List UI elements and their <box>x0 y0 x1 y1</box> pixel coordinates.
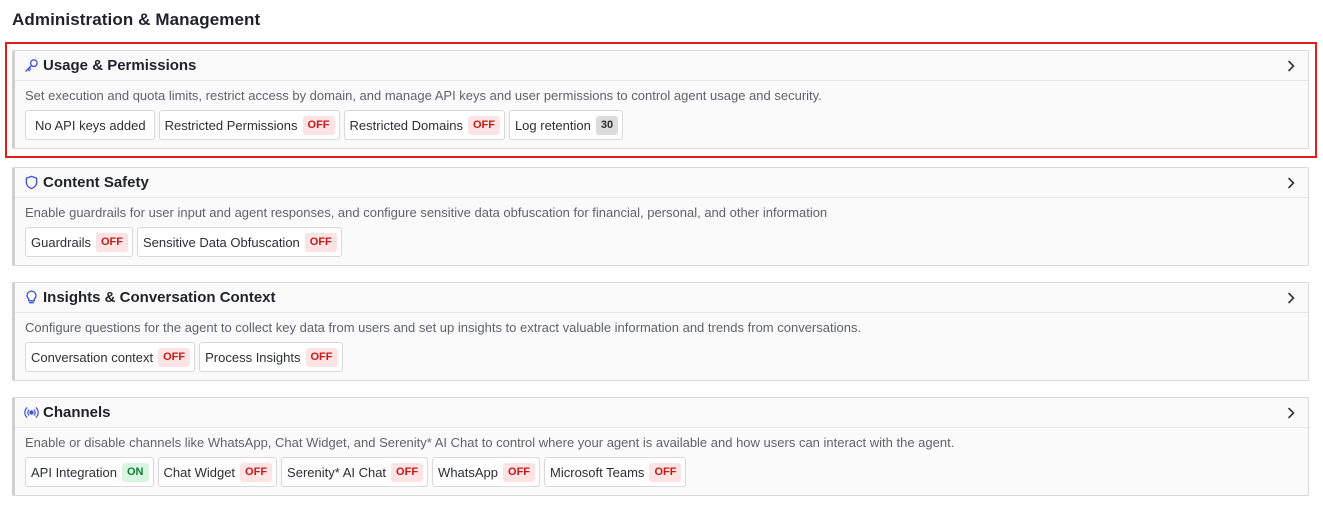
status-badge: OFF <box>467 115 500 135</box>
chip-sensitive-data-obfuscation[interactable]: Sensitive Data Obfuscation OFF <box>136 227 342 257</box>
section-header-channels[interactable]: Channels <box>15 398 1308 428</box>
chip-api-integration[interactable]: API Integration ON <box>25 457 154 487</box>
chevron-right-icon[interactable] <box>1284 176 1298 190</box>
section-usage-permissions: Usage & Permissions Set execution and qu… <box>12 50 1309 149</box>
chip-restricted-permissions[interactable]: Restricted Permissions OFF <box>158 110 340 140</box>
chip-label: Microsoft Teams <box>550 464 645 480</box>
status-badge: OFF <box>302 115 335 135</box>
chevron-right-icon[interactable] <box>1284 59 1298 73</box>
status-badge: OFF <box>240 462 273 482</box>
chevron-right-icon[interactable] <box>1284 406 1298 420</box>
chip-conversation-context[interactable]: Conversation context OFF <box>25 342 196 372</box>
status-badge: OFF <box>304 232 337 252</box>
section-header-content-safety[interactable]: Content Safety <box>15 168 1308 198</box>
chip-label: Restricted Permissions <box>164 117 298 133</box>
section-title: Channels <box>43 404 111 421</box>
chip-whatsapp[interactable]: WhatsApp OFF <box>432 457 541 487</box>
chip-microsoft-teams[interactable]: Microsoft Teams OFF <box>544 457 687 487</box>
chip-label: Serenity* AI Chat <box>287 464 387 480</box>
chip-guardrails[interactable]: Guardrails OFF <box>25 227 133 257</box>
chip-label: Restricted Domains <box>349 117 463 133</box>
chip-log-retention[interactable]: Log retention 30 <box>508 110 624 140</box>
chip-api-keys[interactable]: No API keys added <box>25 110 155 140</box>
section-title: Usage & Permissions <box>43 57 197 74</box>
section-insights-context: Insights & Conversation Context Configur… <box>12 282 1309 381</box>
section-channels: Channels Enable or disable channels like… <box>12 397 1309 496</box>
chip-process-insights[interactable]: Process Insights OFF <box>199 342 343 372</box>
chip-restricted-domains[interactable]: Restricted Domains OFF <box>343 110 505 140</box>
section-title: Content Safety <box>43 174 149 191</box>
chip-label: Sensitive Data Obfuscation <box>142 234 300 250</box>
chip-label: Process Insights <box>205 349 301 365</box>
key-icon <box>23 58 39 74</box>
status-badge: OFF <box>649 462 682 482</box>
section-description: Configure questions for the agent to col… <box>25 320 862 335</box>
chip-label: Conversation context <box>31 349 154 365</box>
chip-label: No API keys added <box>35 117 146 133</box>
chip-label: Guardrails <box>31 234 91 250</box>
status-badge: OFF <box>158 347 191 367</box>
count-badge: 30 <box>595 115 619 135</box>
status-badge: OFF <box>391 462 424 482</box>
section-description: Enable guardrails for user input and age… <box>25 205 828 220</box>
section-description: Set execution and quota limits, restrict… <box>25 88 822 103</box>
shield-icon <box>23 175 39 191</box>
status-badge: OFF <box>503 462 536 482</box>
section-header-usage-permissions[interactable]: Usage & Permissions <box>15 51 1308 81</box>
section-title: Insights & Conversation Context <box>43 289 276 306</box>
chip-label: Log retention <box>514 117 591 133</box>
lightbulb-icon <box>23 290 39 306</box>
chip-serenity-ai-chat[interactable]: Serenity* AI Chat OFF <box>281 457 429 487</box>
section-content-safety: Content Safety Enable guardrails for use… <box>12 167 1309 266</box>
status-badge: ON <box>122 462 149 482</box>
chip-label: Chat Widget <box>163 464 236 480</box>
chip-label: WhatsApp <box>438 464 499 480</box>
chevron-right-icon[interactable] <box>1284 291 1298 305</box>
chip-label: API Integration <box>31 464 117 480</box>
status-badge: OFF <box>305 347 338 367</box>
page-title: Administration & Management <box>12 10 261 29</box>
broadcast-icon <box>23 405 39 421</box>
section-header-insights-context[interactable]: Insights & Conversation Context <box>15 283 1308 313</box>
status-badge: OFF <box>95 232 128 252</box>
chip-chat-widget[interactable]: Chat Widget OFF <box>157 457 278 487</box>
section-description: Enable or disable channels like WhatsApp… <box>25 435 955 450</box>
